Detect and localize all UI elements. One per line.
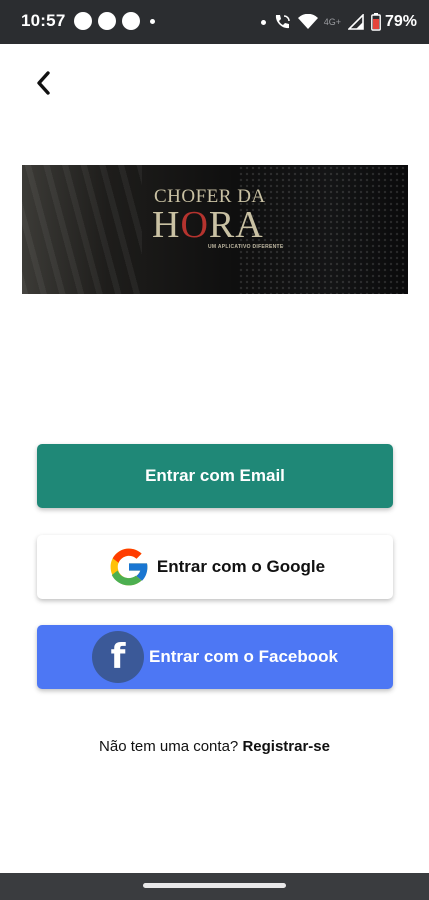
brand-logo-ra: RA	[208, 204, 264, 246]
brand-logo-o: O	[180, 204, 209, 246]
brand-logo-h: H	[152, 204, 181, 246]
notification-dot-icon	[74, 12, 92, 30]
facebook-icon: f	[92, 631, 145, 683]
more-dot-icon	[150, 18, 155, 24]
chevron-left-icon	[37, 71, 50, 95]
login-email-button[interactable]: Entrar com Email	[37, 444, 393, 508]
status-bar: 10:57 4G+ 79%	[0, 0, 429, 44]
back-button[interactable]	[26, 66, 60, 100]
login-facebook-label: Entrar com o Facebook	[149, 647, 338, 666]
brand-tagline: UM APLICATIVO DIFERENTE	[208, 244, 284, 250]
wifi-call-icon	[273, 13, 291, 31]
brand-logo-line2: HORA	[152, 206, 292, 244]
login-facebook-button[interactable]: f Entrar com o Facebook	[37, 625, 393, 689]
battery-percent: 79%	[384, 13, 417, 30]
login-email-label: Entrar com Email	[145, 466, 285, 485]
network-type-label: 4G+	[323, 17, 341, 27]
brand-logo: CHOFER DA HORA UM APLICATIVO DIFERENTE	[152, 187, 292, 251]
notification-dot-icon	[98, 12, 116, 30]
brand-banner: CHOFER DA HORA UM APLICATIVO DIFERENTE	[22, 165, 408, 294]
wifi-icon	[297, 14, 318, 30]
banner-texture	[22, 165, 142, 294]
signup-prompt: Não tem uma conta?	[99, 738, 239, 755]
signal-icon	[347, 14, 364, 30]
small-dot-icon	[260, 19, 266, 25]
google-icon	[105, 543, 153, 591]
navigation-bar	[0, 873, 429, 900]
system-icons: 4G+ 79%	[254, 10, 417, 34]
battery-icon	[371, 13, 381, 31]
status-time: 10:57	[21, 11, 66, 30]
login-google-button[interactable]: Entrar com o Google	[37, 535, 393, 599]
signup-row: Não tem uma conta? Registrar-se	[0, 738, 429, 755]
notification-icons	[74, 12, 155, 30]
login-google-label: Entrar com o Google	[156, 557, 326, 576]
signup-link[interactable]: Registrar-se	[242, 738, 330, 755]
notification-dot-icon	[122, 12, 140, 30]
home-gesture-handle[interactable]	[143, 883, 286, 888]
